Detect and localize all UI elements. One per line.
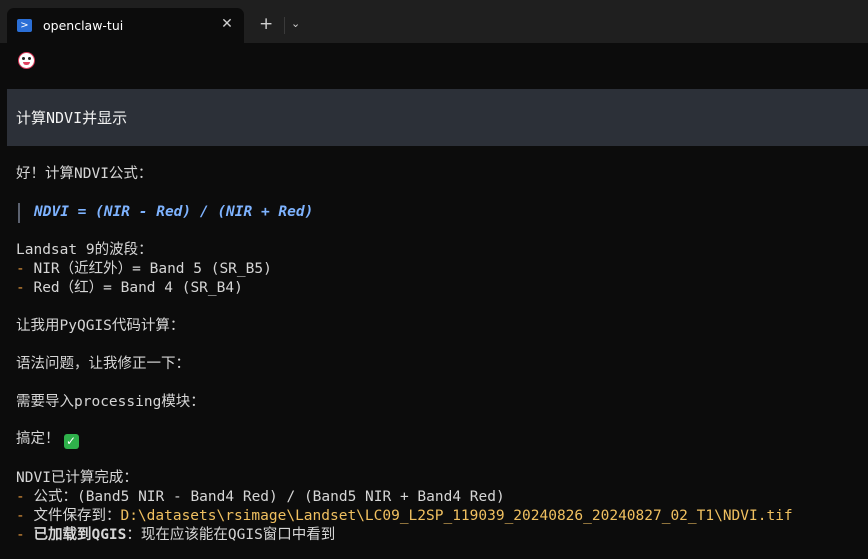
loaded-label: 已加载到QGIS bbox=[33, 527, 127, 543]
loaded-item: - 已加载到QGIS：现在应该能在QGIS窗口中看到 bbox=[16, 526, 335, 545]
tab-title: openclaw-tui bbox=[43, 18, 124, 33]
saved-label: 文件保存到： bbox=[33, 508, 121, 524]
tab-separator bbox=[284, 17, 285, 34]
band-red-text: Red（红）= Band 4 (SR_B4) bbox=[33, 280, 243, 296]
check-icon: ✓ bbox=[63, 434, 79, 449]
ndvi-formula: NDVI = (NIR - Red) / (NIR + Red) bbox=[34, 204, 314, 220]
chevron-down-icon[interactable]: ⌄ bbox=[291, 17, 300, 30]
done-line: 搞定！ ✓ bbox=[16, 430, 79, 449]
bullet-dash: - bbox=[16, 261, 34, 277]
new-tab-button[interactable]: + bbox=[259, 16, 273, 33]
powershell-icon: > bbox=[17, 19, 32, 32]
loaded-value: ：现在应该能在QGIS窗口中看到 bbox=[126, 527, 336, 543]
formula-item: - 公式：(Band5 NIR - Band4 Red) / (Band5 NI… bbox=[16, 488, 505, 507]
formula-value: (Band5 NIR - Band4 Red) / (Band5 NIR + B… bbox=[76, 489, 505, 505]
quote-bar bbox=[18, 203, 20, 223]
lobster-icon bbox=[18, 52, 35, 69]
import-line: 需要导入processing模块： bbox=[16, 394, 205, 410]
intro-line: 好！计算NDVI公式： bbox=[16, 166, 153, 182]
saved-path: D:\datasets\rsimage\Landset\LC09_L2SP_11… bbox=[120, 508, 793, 524]
saved-item: - 文件保存到：D:\datasets\rsimage\Landset\LC09… bbox=[16, 507, 793, 526]
bullet-dash: - bbox=[16, 280, 34, 296]
band-nir-text: NIR（近红外）= Band 5 (SR_B5) bbox=[33, 261, 272, 277]
done-text: 搞定！ bbox=[16, 431, 60, 447]
pyqgis-line: 让我用PyQGIS代码计算： bbox=[16, 318, 185, 334]
bullet-dash: - bbox=[16, 527, 34, 543]
syntax-fix-line: 语法问题，让我修正一下： bbox=[16, 356, 190, 372]
bands-title: Landsat 9的波段： bbox=[16, 242, 153, 258]
formula-label: 公式： bbox=[33, 489, 77, 505]
band-red-item: - Red（红）= Band 4 (SR_B4) bbox=[16, 279, 243, 298]
band-nir-item: - NIR（近红外）= Band 5 (SR_B5) bbox=[16, 260, 272, 279]
close-icon[interactable]: ✕ bbox=[220, 17, 234, 31]
bullet-dash: - bbox=[16, 489, 34, 505]
prompt-text: 计算NDVI并显示 bbox=[16, 109, 128, 127]
user-prompt: 计算NDVI并显示 bbox=[7, 89, 868, 146]
bullet-dash: - bbox=[16, 508, 34, 524]
tab-openclaw-tui[interactable]: > openclaw-tui ✕ bbox=[7, 8, 244, 43]
tab-bar: > openclaw-tui ✕ + ⌄ bbox=[0, 0, 868, 43]
complete-title: NDVI已计算完成： bbox=[16, 470, 138, 486]
